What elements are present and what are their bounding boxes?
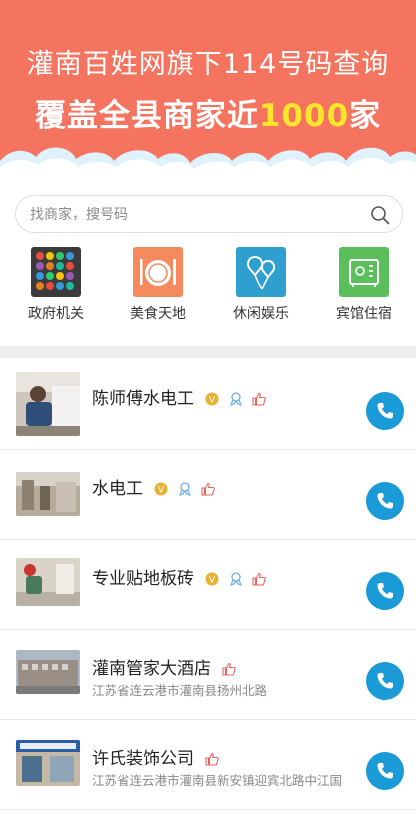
section-divider [0,346,416,358]
call-button[interactable] [366,752,404,790]
business-address: 江苏省连云港市灌南县扬州北路 [92,683,268,698]
category-government[interactable]: 政府机关 [4,247,108,323]
badge-group [205,749,223,769]
category-label: 宾馆住宿 [336,306,392,322]
search-icon[interactable] [370,205,390,225]
phone-icon [377,763,393,779]
business-name-row: 灌南管家大酒店 [92,654,240,679]
banner-subtitle-suffix: 家 [349,98,382,134]
business-name: 水电工 [92,479,143,499]
banner-subtitle: 覆盖全县商家近1000家 [0,90,416,135]
phone-icon [377,583,393,599]
call-button[interactable] [366,482,404,520]
dining-plate-icon [133,247,183,297]
verified-badge-icon [178,482,191,496]
list-item[interactable]: 陈师傅水电工 V [0,360,416,450]
balloons-icon [236,247,286,297]
thumbs-up-icon [252,572,266,586]
category-hotel[interactable]: 宾馆住宿 [312,247,416,323]
banner-subtitle-count: 1000 [258,98,350,134]
banner-subtitle-prefix: 覆盖全县商家近 [34,98,259,134]
category-label: 休闲娱乐 [233,306,289,322]
business-name-row: 许氏装饰公司 [92,744,223,769]
category-label: 政府机关 [28,306,84,322]
thumbs-up-icon [252,392,266,406]
phone-icon [377,673,393,689]
cloud-decoration [0,147,416,175]
hotel-safe-icon [339,247,389,297]
vip-badge-icon: V [205,572,219,586]
list-item[interactable]: 许氏装饰公司 江苏省连云港市灌南县新安镇迎宾北路中江国 [0,720,416,810]
svg-text:V: V [158,486,165,496]
category-food[interactable]: 美食天地 [106,247,210,323]
header-banner: 灌南百姓网旗下114号码查询 覆盖全县商家近1000家 [0,0,416,175]
list-item[interactable]: 灌南管家大酒店 江苏省连云港市灌南县扬州北路 [0,630,416,720]
vip-badge-icon: V [154,482,168,496]
business-photo [16,472,80,516]
search-input[interactable] [28,196,352,234]
business-name-row: 专业贴地板砖 V [92,564,270,589]
call-button[interactable] [366,392,404,430]
call-button[interactable] [366,662,404,700]
list-item[interactable]: 专业贴地板砖 V [0,540,416,630]
business-photo [16,372,80,436]
phone-icon [377,403,393,419]
government-grid-icon [31,247,81,297]
search-bar [15,195,403,234]
badge-group: V [154,479,219,499]
business-name: 陈师傅水电工 [92,389,194,409]
thumbs-up-icon [205,752,220,766]
list-item[interactable]: 水电工 V [0,450,416,540]
category-label: 美食天地 [130,306,186,322]
badge-group: V [205,389,270,409]
business-name: 许氏装饰公司 [92,749,194,769]
category-leisure[interactable]: 休闲娱乐 [209,247,313,323]
thumbs-up-icon [201,482,215,496]
thumbs-up-icon [222,662,237,676]
svg-text:V: V [209,396,216,406]
verified-badge-icon [229,392,242,406]
category-nav: 政府机关 美食天地 休闲娱乐 宾馆住宿 [0,247,416,327]
business-address: 江苏省连云港市灌南县新安镇迎宾北路中江国 [92,773,343,788]
business-name-row: 陈师傅水电工 V [92,384,270,409]
business-photo [16,650,80,694]
badge-group [222,659,240,679]
vip-badge-icon: V [205,392,219,406]
business-name: 专业贴地板砖 [92,569,194,589]
business-photo [16,558,80,606]
svg-text:V: V [209,576,216,586]
business-list: 陈师傅水电工 V 水电工 V 专业贴地板砖 V 灌南管家大酒店 江苏省连云港市灌… [0,360,416,810]
business-name: 灌南管家大酒店 [92,659,211,679]
business-photo [16,740,80,786]
badge-group: V [205,569,270,589]
business-name-row: 水电工 V [92,474,219,499]
phone-icon [377,493,393,509]
call-button[interactable] [366,572,404,610]
verified-badge-icon [229,572,242,586]
banner-title: 灌南百姓网旗下114号码查询 [26,49,390,80]
